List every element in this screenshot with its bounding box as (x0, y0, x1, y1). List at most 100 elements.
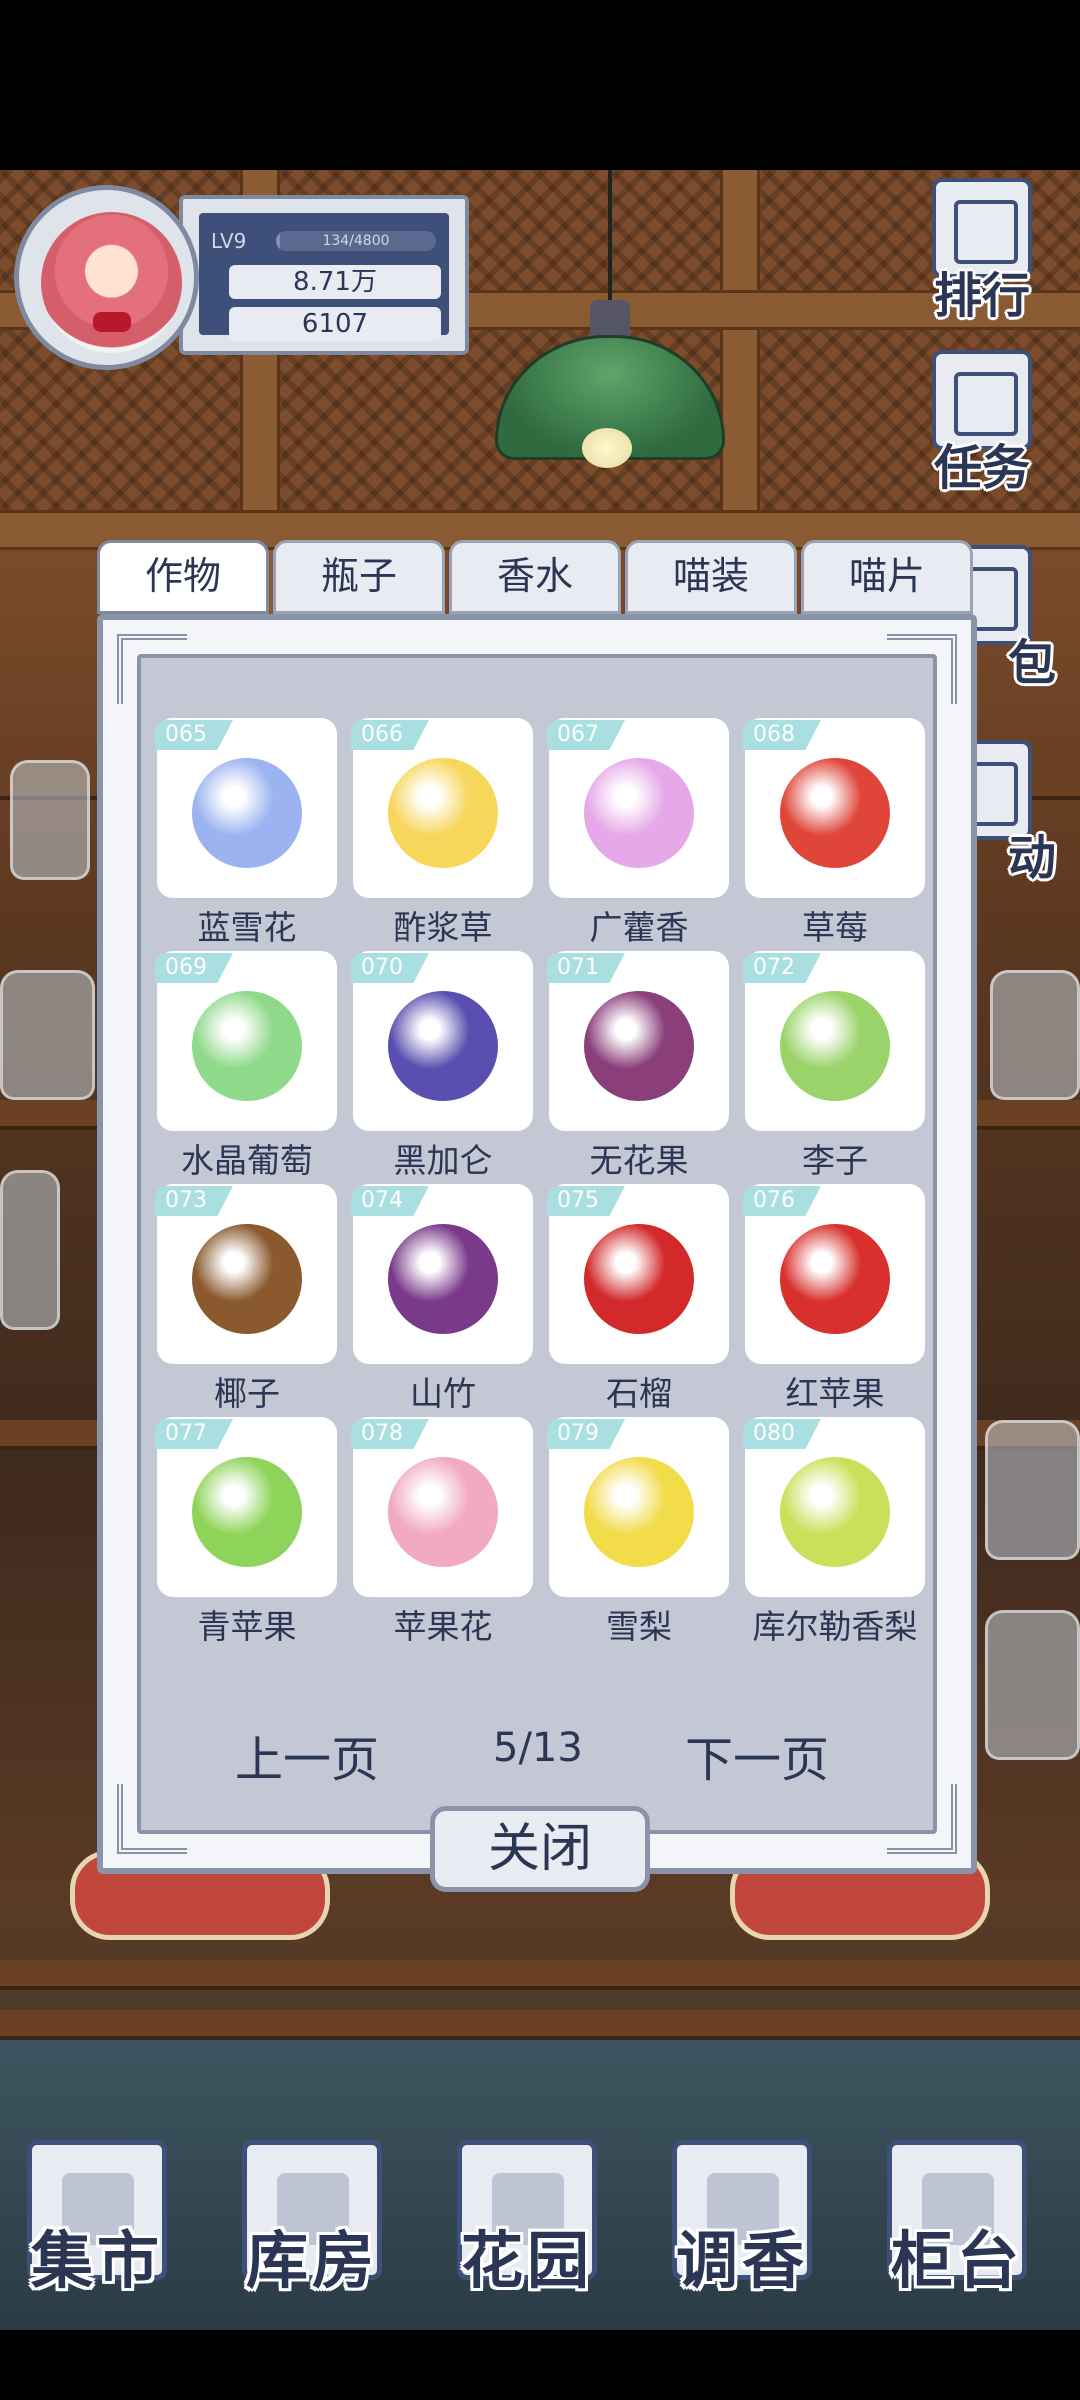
item-card[interactable]: 077 (155, 1417, 337, 1597)
item-illustration-icon (780, 1224, 890, 1334)
item-name: 水晶葡萄 (181, 1141, 313, 1180)
item-number-badge: 078 (351, 1419, 429, 1449)
item-card[interactable]: 072 (743, 951, 925, 1131)
tab-cat-cards[interactable]: 喵片 (801, 540, 973, 614)
nav-market[interactable]: 集市 (22, 2140, 172, 2310)
frame-corner-ornament (117, 634, 187, 704)
nav-label: 调香 (675, 2224, 808, 2297)
item-card[interactable]: 079 (547, 1417, 729, 1597)
nav-warehouse[interactable]: 库房 (237, 2140, 387, 2310)
jar (0, 1170, 60, 1330)
jar (10, 760, 90, 880)
currency-primary: 8.71万 (229, 265, 441, 299)
item-card[interactable]: 069 (155, 951, 337, 1131)
jar (990, 970, 1080, 1100)
item-card[interactable]: 073 (155, 1184, 337, 1364)
nav-counter[interactable]: 柜台 (882, 2140, 1032, 2310)
item-illustration-icon (192, 758, 302, 868)
item-name: 无花果 (589, 1141, 689, 1180)
next-page-button[interactable]: 下一页 (685, 1720, 829, 1790)
item-name: 苹果花 (393, 1607, 493, 1646)
item-card[interactable]: 075 (547, 1184, 729, 1364)
currency-secondary: 6107 (229, 307, 441, 341)
tab-bottles[interactable]: 瓶子 (273, 540, 445, 614)
item-name: 山竹 (410, 1374, 476, 1413)
exp-text: 134/4800 (322, 233, 390, 249)
lamp-bulb (582, 428, 632, 468)
item-number-badge: 071 (547, 953, 625, 983)
tab-perfume[interactable]: 香水 (449, 540, 621, 614)
item-name: 黑加仑 (393, 1141, 493, 1180)
tab-cat-outfits[interactable]: 喵装 (625, 540, 797, 614)
item-card[interactable]: 080 (743, 1417, 925, 1597)
nav-label: 库房 (245, 2224, 378, 2297)
system-bar (0, 2330, 1080, 2400)
item-card[interactable]: 071 (547, 951, 729, 1131)
item-card[interactable]: 070 (351, 951, 533, 1131)
page-indicator: 5/13 (493, 1725, 583, 1771)
item-card[interactable]: 078 (351, 1417, 533, 1597)
player-panel[interactable]: LV9 134/4800 8.71万 6107 (14, 185, 469, 370)
item-illustration-icon (388, 758, 498, 868)
nav-label: 柜台 (890, 2224, 1023, 2297)
item-illustration-icon (584, 1457, 694, 1567)
item-card[interactable]: 074 (351, 1184, 533, 1364)
item-illustration-icon (192, 991, 302, 1101)
item-illustration-icon (584, 758, 694, 868)
item-card[interactable]: 068 (743, 718, 925, 898)
item-illustration-icon (584, 991, 694, 1101)
player-level: LV9 (211, 229, 247, 253)
item-number-badge: 070 (351, 953, 429, 983)
item-illustration-icon (192, 1457, 302, 1567)
frame-corner-ornament (117, 1784, 187, 1854)
item-name: 红苹果 (785, 1374, 885, 1413)
item-illustration-icon (780, 1457, 890, 1567)
item-number-badge: 076 (743, 1186, 821, 1216)
item-number-badge: 073 (155, 1186, 233, 1216)
nav-garden[interactable]: 花园 (452, 2140, 602, 2310)
prev-page-button[interactable]: 上一页 (235, 1720, 379, 1790)
item-name: 草莓 (802, 908, 868, 947)
item-number-badge: 074 (351, 1186, 429, 1216)
item-name: 雪梨 (606, 1607, 672, 1646)
nav-label: 集市 (30, 2224, 163, 2297)
item-name: 青苹果 (197, 1607, 297, 1646)
jar (985, 1610, 1080, 1760)
frame-corner-ornament (887, 634, 957, 704)
item-illustration-icon (388, 991, 498, 1101)
lamp-cap (590, 300, 630, 340)
item-number-badge: 069 (155, 953, 233, 983)
side-label: 任务 (933, 440, 1030, 496)
item-number-badge: 068 (743, 720, 821, 750)
close-button[interactable]: 关闭 (430, 1806, 650, 1892)
item-card[interactable]: 076 (743, 1184, 925, 1364)
item-illustration-icon (192, 1224, 302, 1334)
item-number-badge: 065 (155, 720, 233, 750)
tab-crops[interactable]: 作物 (97, 540, 269, 614)
item-number-badge: 072 (743, 953, 821, 983)
item-number-badge: 077 (155, 1419, 233, 1449)
jar (985, 1420, 1080, 1560)
item-number-badge: 075 (547, 1186, 625, 1216)
item-name: 李子 (802, 1141, 868, 1180)
item-illustration-icon (388, 1457, 498, 1567)
item-card[interactable]: 067 (547, 718, 729, 898)
nav-perfume-mixing[interactable]: 调香 (667, 2140, 817, 2310)
item-number-badge: 079 (547, 1419, 625, 1449)
side-button-tasks[interactable]: 任务 (902, 350, 1062, 500)
shelf (0, 1960, 1080, 1990)
item-illustration-icon (780, 758, 890, 868)
item-illustration-icon (584, 1224, 694, 1334)
item-name: 酢浆草 (393, 908, 493, 947)
item-card[interactable]: 066 (351, 718, 533, 898)
item-card[interactable]: 065 (155, 718, 337, 898)
side-label: 排行 (933, 268, 1030, 324)
item-name: 椰子 (214, 1374, 280, 1413)
item-number-badge: 067 (547, 720, 625, 750)
avatar[interactable] (41, 212, 182, 353)
side-button-ranking[interactable]: 排行 (902, 178, 1062, 328)
shelf (0, 2010, 1080, 2040)
item-number-badge: 066 (351, 720, 429, 750)
avatar-ring (14, 185, 199, 370)
item-number-badge: 080 (743, 1419, 821, 1449)
